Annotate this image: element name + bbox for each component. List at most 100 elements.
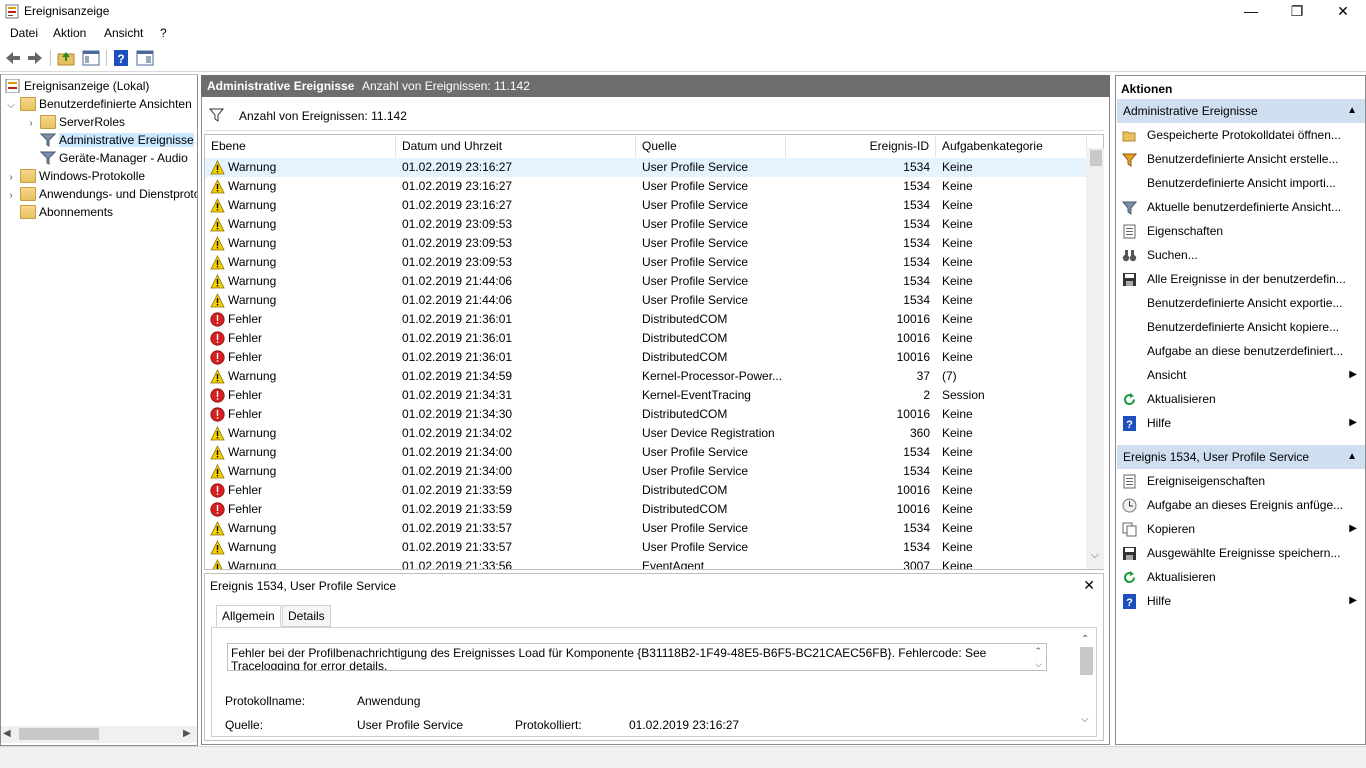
scroll-down-icon[interactable]: ⌵ <box>1035 658 1042 670</box>
table-row[interactable]: Fehler 01.02.2019 21:34:30 DistributedCOM 1… <box>205 405 1087 424</box>
action-item[interactable]: Aufgabe an diese benutzerdefiniert... <box>1117 339 1365 363</box>
table-row[interactable]: Fehler 01.02.2019 21:36:01 DistributedCOM 1… <box>205 310 1087 329</box>
scrollbar-thumb[interactable] <box>1080 647 1093 675</box>
action-item[interactable]: Ansicht ▶ <box>1117 363 1365 387</box>
source-value: User Profile Service <box>357 718 464 732</box>
close-icon[interactable]: ✕ <box>1083 577 1095 594</box>
chevron-down-icon[interactable]: ⌵ <box>5 97 17 115</box>
table-row[interactable]: Warnung 01.02.2019 23:09:53 User Profile S… <box>205 234 1087 253</box>
minimize-button[interactable]: — <box>1228 0 1274 23</box>
tab-general[interactable]: Allgemein <box>216 605 281 627</box>
scroll-down-icon[interactable]: ⌵ <box>1081 714 1089 725</box>
column-header-date[interactable]: Datum und Uhrzeit <box>396 135 636 157</box>
folder-up-icon[interactable] <box>57 49 75 67</box>
actions-section-header[interactable]: Ereignis 1534, User Profile Service ▲ <box>1117 445 1365 469</box>
table-row[interactable]: Warnung 01.02.2019 21:33:56 EventAgent 3007… <box>205 557 1087 569</box>
console-tree-icon[interactable] <box>82 49 100 67</box>
table-row[interactable]: Warnung 01.02.2019 21:34:00 User Profile S… <box>205 443 1087 462</box>
table-row[interactable]: Fehler 01.02.2019 21:36:01 DistributedCOM 1… <box>205 329 1087 348</box>
scrollbar-thumb[interactable] <box>1090 150 1102 166</box>
table-row[interactable]: Warnung 01.02.2019 23:16:27 User Profile S… <box>205 177 1087 196</box>
action-item[interactable]: Benutzerdefinierte Ansicht kopiere... <box>1117 315 1365 339</box>
help-icon[interactable]: ? <box>112 49 130 67</box>
table-row[interactable]: Warnung 01.02.2019 21:33:57 User Profile S… <box>205 519 1087 538</box>
tree-item-windows-logs[interactable]: › Windows-Protokolle <box>5 167 145 185</box>
restore-button[interactable]: ❐ <box>1274 0 1320 23</box>
svg-text:?: ? <box>117 52 124 66</box>
action-item[interactable]: Alle Ereignisse in der benutzerdefin... <box>1117 267 1365 291</box>
table-row[interactable]: Fehler 01.02.2019 21:34:31 Kernel-EventTra… <box>205 386 1087 405</box>
event-message-box[interactable]: Fehler bei der Profilbenachrichtigung de… <box>227 643 1047 671</box>
forward-arrow-icon[interactable] <box>26 49 44 67</box>
action-item[interactable]: Kopieren ▶ <box>1117 517 1365 541</box>
scroll-down-icon[interactable]: ⌵ <box>1091 550 1099 561</box>
scroll-left-icon[interactable]: ◀ <box>3 728 11 739</box>
menu-help[interactable]: ? <box>160 26 167 40</box>
level-cell: Warnung <box>228 236 277 250</box>
menu-view[interactable]: Ansicht <box>104 26 143 40</box>
action-label: Aufgabe an dieses Ereignis anfüge... <box>1147 498 1344 512</box>
table-row[interactable]: Warnung 01.02.2019 21:34:59 Kernel-Process… <box>205 367 1087 386</box>
table-row[interactable]: Fehler 01.02.2019 21:33:59 DistributedCOM 1… <box>205 481 1087 500</box>
tree-horizontal-scrollbar[interactable]: ◀ ▶ <box>1 726 197 743</box>
table-row[interactable]: Warnung 01.02.2019 23:09:53 User Profile S… <box>205 215 1087 234</box>
action-item[interactable]: Benutzerdefinierte Ansicht exportie... <box>1117 291 1365 315</box>
tree-item-server-roles[interactable]: › ServerRoles <box>25 113 125 131</box>
action-item[interactable]: Aktualisieren <box>1117 387 1365 411</box>
action-item[interactable]: Ereigniseigenschaften <box>1117 469 1365 493</box>
back-arrow-icon[interactable] <box>4 49 22 67</box>
tree-item-admin-events[interactable]: Administrative Ereignisse <box>25 131 194 149</box>
scroll-right-icon[interactable]: ▶ <box>183 728 191 739</box>
table-row[interactable]: Warnung 01.02.2019 23:09:53 User Profile S… <box>205 253 1087 272</box>
action-item[interactable]: ? Hilfe ▶ <box>1117 411 1365 435</box>
table-row[interactable]: Warnung 01.02.2019 21:34:00 User Profile S… <box>205 462 1087 481</box>
table-row[interactable]: Warnung 01.02.2019 23:16:27 User Profile S… <box>205 158 1087 177</box>
level-cell: Warnung <box>228 426 277 440</box>
action-item[interactable]: Aktuelle benutzerdefinierte Ansicht... <box>1117 195 1365 219</box>
scroll-up-icon[interactable]: ⌃ <box>1034 645 1042 658</box>
tree-item-custom-views[interactable]: ⌵ Benutzerdefinierte Ansichten <box>5 95 192 113</box>
table-vertical-scrollbar[interactable]: ⌵ <box>1086 148 1104 569</box>
tree-item-subscriptions[interactable]: Abonnements <box>5 203 113 221</box>
table-row[interactable]: Warnung 01.02.2019 23:16:27 User Profile S… <box>205 196 1087 215</box>
source-cell: User Profile Service <box>642 160 749 174</box>
tree-label: Geräte-Manager - Audio <box>59 151 188 165</box>
menu-action[interactable]: Aktion <box>53 26 86 40</box>
table-row[interactable]: Warnung 01.02.2019 21:44:06 User Profile S… <box>205 291 1087 310</box>
scroll-up-icon[interactable]: ⌃ <box>1081 634 1089 645</box>
action-item[interactable]: ? Hilfe ▶ <box>1117 589 1365 613</box>
tree-item-root[interactable]: Ereignisanzeige (Lokal) <box>5 77 149 95</box>
tree-item-app-logs[interactable]: ›Anwendungs- und Dienstprotokolle <box>5 185 197 203</box>
table-row[interactable]: Warnung 01.02.2019 21:44:06 User Profile S… <box>205 272 1087 291</box>
table-row[interactable]: Warnung 01.02.2019 21:34:02 User Device Re… <box>205 424 1087 443</box>
collapse-icon[interactable]: ▲ <box>1347 445 1357 469</box>
action-item[interactable]: Ausgewählte Ereignisse speichern... <box>1117 541 1365 565</box>
event-id-cell: 1534 <box>903 274 930 288</box>
table-row[interactable]: Fehler 01.02.2019 21:36:01 DistributedCOM 1… <box>205 348 1087 367</box>
column-header-level[interactable]: Ebene <box>205 135 396 157</box>
column-header-task-category[interactable]: Aufgabenkategorie <box>936 135 1087 157</box>
menu-file[interactable]: Datei <box>10 26 38 40</box>
task-category-cell: Keine <box>942 274 973 288</box>
actions-section-header[interactable]: Administrative Ereignisse ▲ <box>1117 99 1365 123</box>
column-header-source[interactable]: Quelle <box>636 135 786 157</box>
collapse-icon[interactable]: ▲ <box>1347 99 1357 123</box>
table-row[interactable]: Fehler 01.02.2019 21:33:59 DistributedCOM 1… <box>205 500 1087 519</box>
tree-item-device-manager[interactable]: Geräte-Manager - Audio <box>25 149 188 167</box>
action-item[interactable]: Suchen... <box>1117 243 1365 267</box>
close-button[interactable]: ✕ <box>1320 0 1366 23</box>
source-cell: User Profile Service <box>642 255 749 269</box>
scrollbar-thumb[interactable] <box>19 728 99 740</box>
action-item[interactable]: Gespeicherte Protokolldatei öffnen... <box>1117 123 1365 147</box>
action-pane-icon[interactable] <box>136 49 154 67</box>
event-id-cell: 1534 <box>903 540 930 554</box>
action-item[interactable]: Benutzerdefinierte Ansicht importi... <box>1117 171 1365 195</box>
table-row[interactable]: Warnung 01.02.2019 21:33:57 User Profile S… <box>205 538 1087 557</box>
action-item[interactable]: Aktualisieren <box>1117 565 1365 589</box>
tab-details[interactable]: Details <box>282 605 331 627</box>
action-item[interactable]: Aufgabe an dieses Ereignis anfüge... <box>1117 493 1365 517</box>
action-item[interactable]: Eigenschaften <box>1117 219 1365 243</box>
action-item[interactable]: Benutzerdefinierte Ansicht erstelle... <box>1117 147 1365 171</box>
column-header-event-id[interactable]: Ereignis-ID <box>786 135 936 157</box>
event-id-cell: 1534 <box>903 198 930 212</box>
